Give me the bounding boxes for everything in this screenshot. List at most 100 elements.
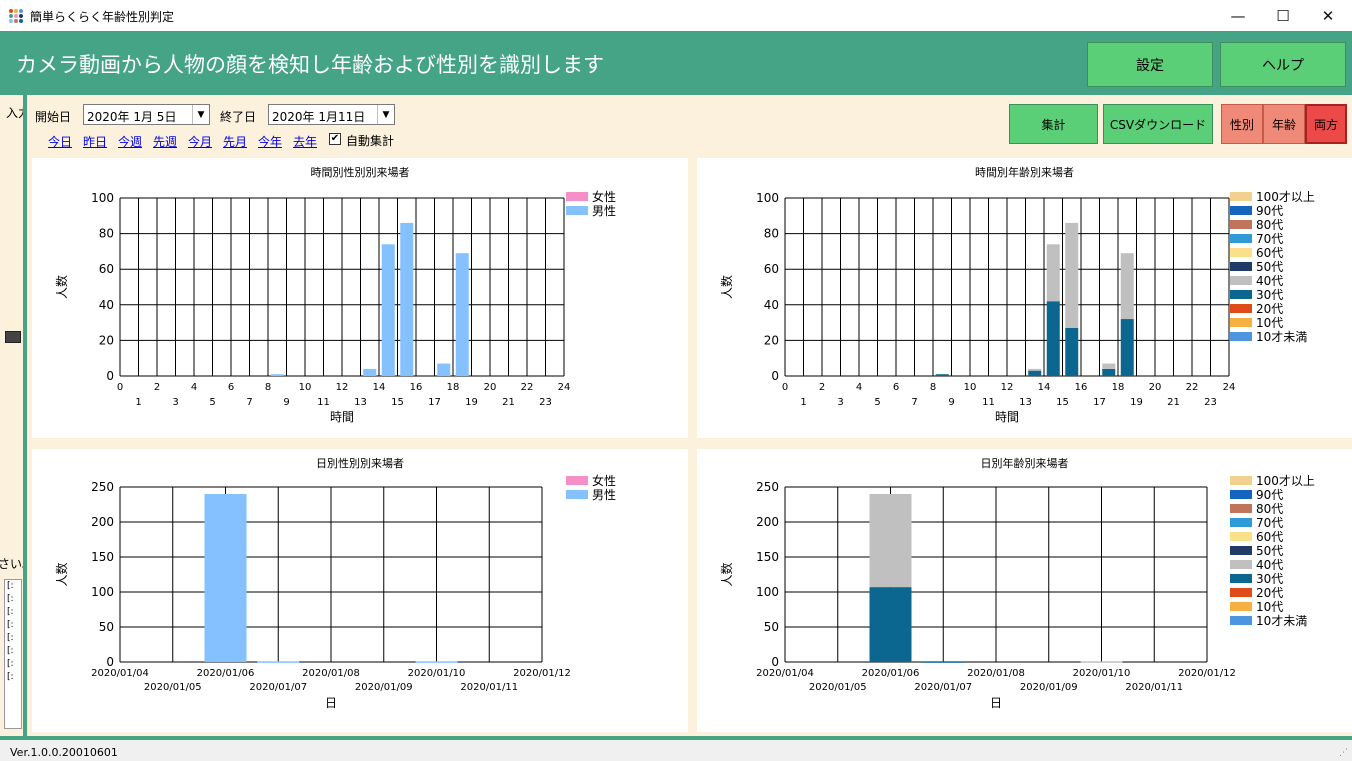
chart-title: 日別性別別来場者 (316, 456, 404, 470)
link-last-year[interactable]: 去年 (293, 133, 317, 150)
app-header: カメラ動画から人物の顔を検知し年齢および性別を識別します 設定 ヘルプ (0, 31, 1352, 95)
legend-label: 60代 (1256, 246, 1283, 260)
legend-label: 50代 (1256, 544, 1283, 558)
y-tick-label: 250 (91, 480, 114, 494)
start-date-picker[interactable]: 2020年 1月 5日 ▼ (83, 104, 210, 125)
bar (1102, 363, 1116, 369)
help-button[interactable]: ヘルプ (1220, 42, 1346, 87)
close-icon[interactable]: ✕ (1305, 0, 1351, 31)
x-tick-label: 22 (1186, 382, 1199, 393)
y-tick-label: 100 (91, 191, 114, 205)
legend-label: 30代 (1256, 288, 1283, 302)
x-tick-label: 20 (1149, 382, 1162, 393)
x-tick-label: 19 (1130, 397, 1143, 408)
x-tick-label: 24 (558, 382, 571, 393)
maximize-icon[interactable]: ☐ (1260, 0, 1306, 31)
resize-grip-icon[interactable]: ⋰ (1339, 748, 1348, 758)
bar (1028, 368, 1042, 371)
x-tick-label: 24 (1223, 382, 1236, 393)
x-tick-label: 2020/01/07 (249, 682, 307, 693)
legend-swatch (1230, 262, 1252, 271)
chart-daily-age: 日別年齢別来場者 0 50 100 150 200 250 2020/01/04 2020/01… (719, 456, 1315, 710)
y-tick-label: 0 (106, 655, 114, 669)
y-tick-label: 80 (764, 227, 779, 241)
bar (1046, 244, 1060, 302)
legend-label: 男性 (592, 488, 616, 502)
x-tick-label: 15 (1056, 397, 1069, 408)
x-tick-label: 2020/01/12 (1178, 668, 1236, 679)
x-tick-label: 4 (191, 382, 197, 393)
x-tick-label: 2020/01/04 (91, 668, 149, 679)
chevron-down-icon[interactable]: ▼ (192, 105, 209, 124)
x-tick-label: 2020/01/09 (1020, 682, 1078, 693)
x-tick-label: 14 (373, 382, 386, 393)
x-tick-label: 13 (1019, 397, 1032, 408)
main-area: 開始日 2020年 1月 5日 ▼ 終了日 2020年 1月11日 ▼ 今日 昨… (27, 95, 1352, 736)
bar (869, 587, 912, 662)
legend-swatch (1230, 276, 1252, 285)
mode-both-button[interactable]: 両方 (1305, 104, 1347, 144)
auto-sum-label: 自動集計 (346, 134, 395, 148)
settings-button[interactable]: 設定 (1087, 42, 1213, 87)
link-today[interactable]: 今日 (48, 133, 72, 150)
link-last-week[interactable]: 先週 (153, 133, 177, 150)
x-tick-label: 8 (930, 382, 936, 393)
link-this-month[interactable]: 今月 (188, 133, 212, 150)
auto-sum-checkbox[interactable]: ✔ (329, 133, 341, 145)
x-tick-label: 2020/01/06 (197, 668, 255, 679)
link-this-week[interactable]: 今週 (118, 133, 142, 150)
legend-label: 40代 (1256, 274, 1283, 288)
legend-swatch (566, 476, 588, 485)
x-tick-label: 7 (911, 397, 917, 408)
x-tick-label: 17 (428, 397, 441, 408)
log-line: [: (7, 659, 14, 669)
legend-label: 女性 (592, 189, 616, 204)
bar (922, 661, 965, 663)
log-line: [: (7, 620, 14, 630)
x-tick-label: 2 (819, 382, 825, 393)
x-tick-label: 2020/01/05 (144, 682, 202, 693)
bar (1102, 368, 1116, 376)
end-date-picker[interactable]: 2020年 1月11日 ▼ (268, 104, 395, 125)
log-list[interactable]: [: [: [: [: [: [: [: [: (4, 579, 22, 729)
legend-swatch (1230, 192, 1252, 201)
aggregate-button[interactable]: 集計 (1009, 104, 1098, 144)
chart-panel-daily-gender: 日別性別別来場者 0 50 100 150 200 250 2020/01/04 2020/01… (32, 449, 688, 732)
bar (869, 494, 912, 588)
link-yesterday[interactable]: 昨日 (83, 133, 107, 150)
legend-label: 20代 (1256, 586, 1283, 600)
legend-swatch (1230, 290, 1252, 299)
mode-age-button[interactable]: 年齢 (1263, 104, 1305, 144)
y-tick-label: 40 (99, 298, 114, 312)
x-tick-label: 2020/01/11 (460, 682, 518, 693)
minimize-icon[interactable]: — (1215, 0, 1261, 31)
chevron-down-icon[interactable]: ▼ (377, 105, 394, 124)
camera-thumbnail-icon[interactable] (5, 331, 21, 343)
legend-swatch (1230, 574, 1252, 583)
x-tick-label: 0 (782, 382, 788, 393)
chart-daily-gender: 日別性別別来場者 0 50 100 150 200 250 2020/01/04 2020/01… (54, 456, 616, 710)
legend-label: 60代 (1256, 530, 1283, 544)
bar (270, 374, 284, 376)
y-tick-label: 200 (756, 515, 779, 529)
csv-download-button[interactable]: CSVダウンロード (1103, 104, 1213, 144)
legend-label: 20代 (1256, 302, 1283, 316)
y-tick-label: 150 (756, 550, 779, 564)
log-line: [: (7, 581, 14, 591)
legend-swatch (1230, 332, 1252, 341)
mode-gender-button[interactable]: 性別 (1221, 104, 1263, 144)
legend-swatch (1230, 504, 1252, 513)
x-tick-label: 2020/01/08 (967, 668, 1025, 679)
link-this-year[interactable]: 今年 (258, 133, 282, 150)
x-tick-label: 21 (1167, 397, 1180, 408)
legend-label: 女性 (592, 473, 616, 488)
x-tick-label: 17 (1093, 397, 1106, 408)
note-text: さい。 (0, 557, 23, 571)
y-tick-label: 0 (771, 655, 779, 669)
log-line: [: (7, 672, 14, 682)
x-tick-label: 6 (228, 382, 234, 393)
window-title: 簡単らくらく年齢性別判定 (30, 10, 175, 24)
link-last-month[interactable]: 先月 (223, 133, 247, 150)
chart-title: 時間別年齢別来場者 (975, 165, 1074, 179)
x-tick-label: 2020/01/12 (513, 668, 571, 679)
